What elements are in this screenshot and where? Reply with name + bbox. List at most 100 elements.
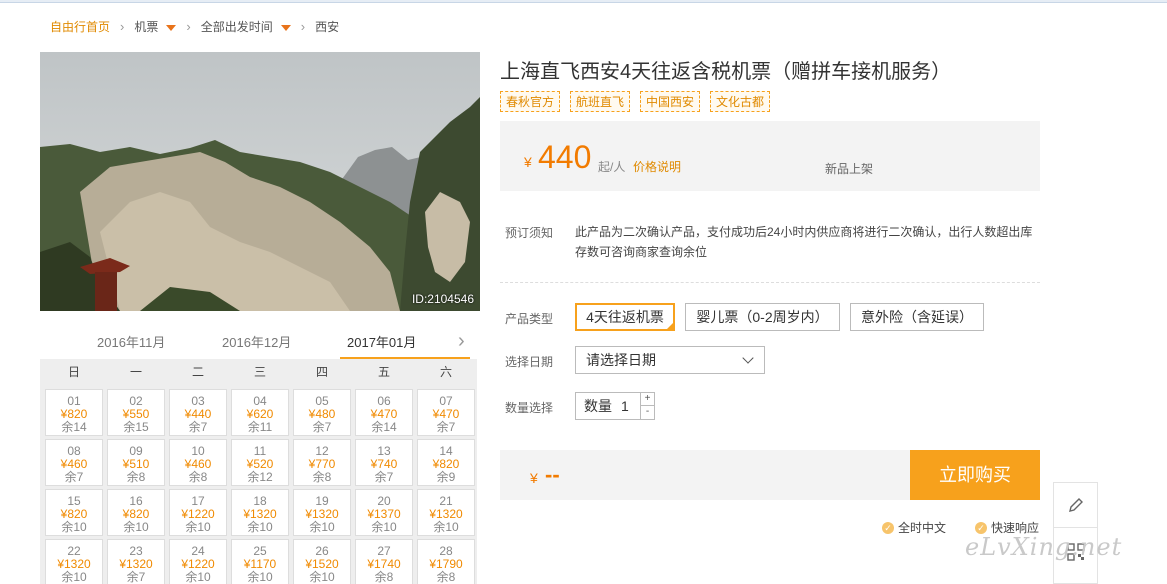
chevron-right-icon[interactable]: ›: [458, 330, 465, 353]
day-remaining: 余8: [312, 470, 332, 484]
day-remaining: 余11: [247, 420, 273, 434]
tag: 航班直飞: [570, 91, 631, 112]
calendar-day-cell[interactable]: 28 ¥1790 余8: [417, 539, 475, 584]
calendar-day-cell[interactable]: 15 ¥820 余10: [45, 489, 103, 536]
weekday-header: 一: [129, 365, 142, 379]
day-remaining: 余12: [247, 470, 273, 484]
check-circle-icon: ✓: [882, 521, 894, 534]
calendar-day-cell[interactable]: 12 ¥770 余8: [293, 439, 351, 486]
calendar-day-cell[interactable]: 10 ¥460 余8: [169, 439, 227, 486]
calendar-day-cell[interactable]: 06 ¥470 余14: [355, 389, 413, 436]
chevron-down-icon: [742, 352, 754, 364]
day-remaining: 余10: [371, 520, 397, 534]
calendar-day-cell[interactable]: 09 ¥510 余8: [107, 439, 165, 486]
watermark: eLvXing.net: [965, 533, 1123, 561]
calendar-day-cell[interactable]: 21 ¥1320 余10: [417, 489, 475, 536]
currency-symbol: ¥: [524, 154, 532, 170]
buy-now-button[interactable]: 立即购买: [910, 450, 1040, 500]
price-box: ¥ 440 起/人 价格说明 新品上架: [500, 121, 1040, 191]
product-title: 上海直飞西安4天往返含税机票（赠拼车接机服务）: [500, 61, 952, 83]
price-unit: 起/人: [598, 160, 626, 174]
day-remaining: 余8: [374, 570, 394, 584]
divider: [500, 282, 1040, 283]
day-remaining: 余7: [126, 570, 146, 584]
option-infant-ticket[interactable]: 婴儿票（0-2周岁内）: [685, 303, 840, 331]
calendar-day-cell[interactable]: 02 ¥550 余15: [107, 389, 165, 436]
weekday-header: 日: [67, 365, 80, 379]
calendar-day-cell[interactable]: 05 ¥480 余7: [293, 389, 351, 436]
day-remaining: 余8: [436, 570, 456, 584]
tag: 中国西安: [640, 91, 701, 112]
breadcrumb-time-dropdown[interactable]: 全部出发时间: [201, 18, 291, 35]
quantity-minus-button[interactable]: -: [640, 406, 654, 419]
tab-month-3[interactable]: 2017年01月: [347, 332, 416, 351]
calendar-day-cell[interactable]: 11 ¥520 余12: [231, 439, 289, 486]
total-amount: --: [545, 462, 560, 487]
mountain-landscape-image: [40, 52, 480, 311]
calendar-day-cell[interactable]: 24 ¥1220 余10: [169, 539, 227, 584]
total-bar: ¥ --: [500, 450, 910, 500]
weekday-header: 六: [439, 365, 452, 379]
top-border: [0, 0, 1167, 3]
check-circle-icon: ✓: [975, 521, 987, 534]
tag: 文化古都: [710, 91, 771, 112]
new-listing-label: 新品上架: [825, 162, 874, 176]
calendar-day-cell[interactable]: 14 ¥820 余9: [417, 439, 475, 486]
pencil-icon: [1068, 498, 1083, 512]
calendar-day-cell[interactable]: 13 ¥740 余7: [355, 439, 413, 486]
tab-month-1[interactable]: 2016年11月: [97, 332, 165, 351]
price-note-link[interactable]: 价格说明: [633, 158, 681, 175]
quantity-stepper: 数量 1 + -: [575, 392, 655, 420]
calendar-day-cell[interactable]: 26 ¥1520 余10: [293, 539, 351, 584]
breadcrumb-flight-label: 机票: [134, 19, 159, 34]
day-remaining: 余10: [309, 520, 335, 534]
price-calendar: 日 一 二 三 四 五 六 01 ¥820 余14 02 ¥550 余15 03 ¥440 余7…: [40, 359, 477, 584]
day-remaining: 余7: [374, 470, 394, 484]
date-select[interactable]: 请选择日期: [575, 346, 765, 374]
breadcrumb-flight-dropdown[interactable]: 机票: [134, 18, 177, 35]
option-4day-roundtrip[interactable]: 4天往返机票: [575, 303, 675, 331]
breadcrumb-separator: ›: [300, 18, 306, 34]
day-remaining: 余10: [247, 570, 273, 584]
quantity-plus-button[interactable]: +: [640, 393, 654, 406]
calendar-day-cell[interactable]: 23 ¥1320 余7: [107, 539, 165, 584]
date-label: 选择日期: [505, 355, 554, 369]
calendar-day-cell[interactable]: 19 ¥1320 余10: [293, 489, 351, 536]
weekday-header: 五: [377, 365, 390, 379]
option-label: 4天往返机票: [586, 309, 664, 325]
tab-month-2[interactable]: 2016年12月: [222, 332, 291, 351]
calendar-day-cell[interactable]: 07 ¥470 余7: [417, 389, 475, 436]
calendar-day-cell[interactable]: 03 ¥440 余7: [169, 389, 227, 436]
day-remaining: 余10: [61, 570, 87, 584]
day-remaining: 余10: [185, 520, 211, 534]
calendar-day-cell[interactable]: 27 ¥1740 余8: [355, 539, 413, 584]
selected-corner-icon: [666, 322, 674, 330]
calendar-day-cell[interactable]: 18 ¥1320 余10: [231, 489, 289, 536]
option-accident-insurance[interactable]: 意外险（含延误）: [850, 303, 984, 331]
calendar-day-cell[interactable]: 22 ¥1320 余10: [45, 539, 103, 584]
day-remaining: 余7: [436, 420, 456, 434]
day-remaining: 余7: [188, 420, 208, 434]
day-remaining: 余15: [123, 420, 149, 434]
day-remaining: 余8: [188, 470, 208, 484]
feedback-button[interactable]: [1054, 483, 1097, 528]
calendar-day-cell[interactable]: 17 ¥1220 余10: [169, 489, 227, 536]
day-remaining: 余7: [312, 420, 332, 434]
day-remaining: 余10: [185, 570, 211, 584]
day-remaining: 余10: [433, 520, 459, 534]
calendar-day-cell[interactable]: 25 ¥1170 余10: [231, 539, 289, 584]
quantity-field-label: 数量: [584, 398, 612, 414]
photo-id-label: ID:2104546: [411, 292, 474, 306]
calendar-day-cell[interactable]: 04 ¥620 余11: [231, 389, 289, 436]
breadcrumb-home-link[interactable]: 自由行首页: [50, 18, 110, 35]
product-photo[interactable]: ID:2104546: [40, 52, 480, 311]
breadcrumb-separator: ›: [120, 18, 125, 34]
quantity-value[interactable]: 1: [621, 393, 629, 419]
price-amount: 440: [538, 139, 592, 175]
day-remaining: 余9: [436, 470, 456, 484]
calendar-day-cell[interactable]: 20 ¥1370 余10: [355, 489, 413, 536]
day-remaining: 余14: [61, 420, 87, 434]
calendar-day-cell[interactable]: 01 ¥820 余14: [45, 389, 103, 436]
calendar-day-cell[interactable]: 08 ¥460 余7: [45, 439, 103, 486]
calendar-day-cell[interactable]: 16 ¥820 余10: [107, 489, 165, 536]
